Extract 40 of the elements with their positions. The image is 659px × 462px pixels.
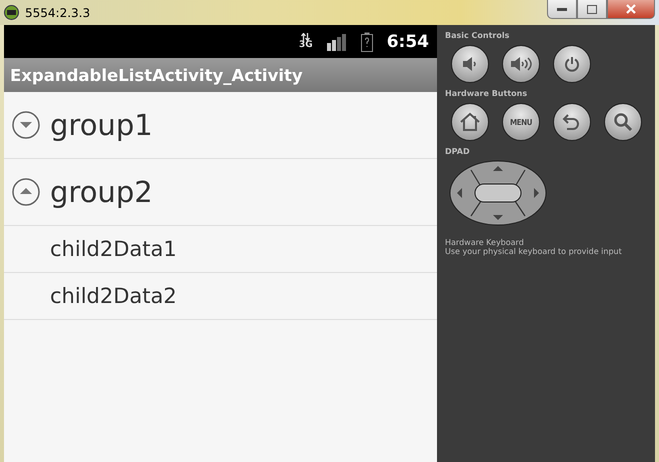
volume-down-button[interactable] xyxy=(451,45,489,83)
close-icon xyxy=(626,4,636,14)
app-title: ExpandableListActivity_Activity xyxy=(10,66,303,84)
home-icon xyxy=(459,112,481,132)
group-label: group1 xyxy=(50,108,153,142)
dpad-control[interactable] xyxy=(449,160,547,226)
power-icon xyxy=(564,56,580,72)
keyboard-title: Hardware Keyboard xyxy=(445,238,525,247)
power-button[interactable] xyxy=(553,45,591,83)
window-title: 5554:2.3.3 xyxy=(25,6,92,20)
volume-up-button[interactable] xyxy=(502,45,540,83)
section-title: DPAD xyxy=(445,147,471,156)
section-title: Basic Controls xyxy=(445,31,510,40)
child-label: child2Data2 xyxy=(50,284,177,308)
maximize-button[interactable] xyxy=(577,0,607,19)
child-row[interactable]: child2Data1 xyxy=(4,226,437,273)
child-label: child2Data1 xyxy=(50,237,177,261)
minimize-button[interactable] xyxy=(547,0,577,19)
minimize-icon xyxy=(557,8,567,10)
close-button[interactable] xyxy=(607,0,655,19)
volume-up-icon xyxy=(510,56,532,72)
speaker-icon xyxy=(462,57,478,71)
network-type: 3G xyxy=(299,41,313,50)
search-button[interactable] xyxy=(604,103,642,141)
back-button[interactable] xyxy=(553,103,591,141)
back-icon xyxy=(562,112,582,132)
keyboard-hint: Use your physical keyboard to provide input xyxy=(445,247,623,256)
maximize-icon xyxy=(587,4,597,14)
clock-time: 6:54 xyxy=(386,32,429,52)
section-title: Hardware Buttons xyxy=(445,89,528,98)
data-arrows-icon xyxy=(301,33,310,41)
menu-button[interactable]: MENU xyxy=(502,103,540,141)
group-label: group2 xyxy=(50,175,153,209)
child-row[interactable]: child2Data2 xyxy=(4,273,437,320)
group-row[interactable]: group1 xyxy=(4,92,437,159)
home-button[interactable] xyxy=(451,103,489,141)
signal-icon xyxy=(326,32,347,50)
app-icon xyxy=(4,5,19,20)
search-icon xyxy=(613,112,633,132)
battery-icon xyxy=(360,32,373,52)
